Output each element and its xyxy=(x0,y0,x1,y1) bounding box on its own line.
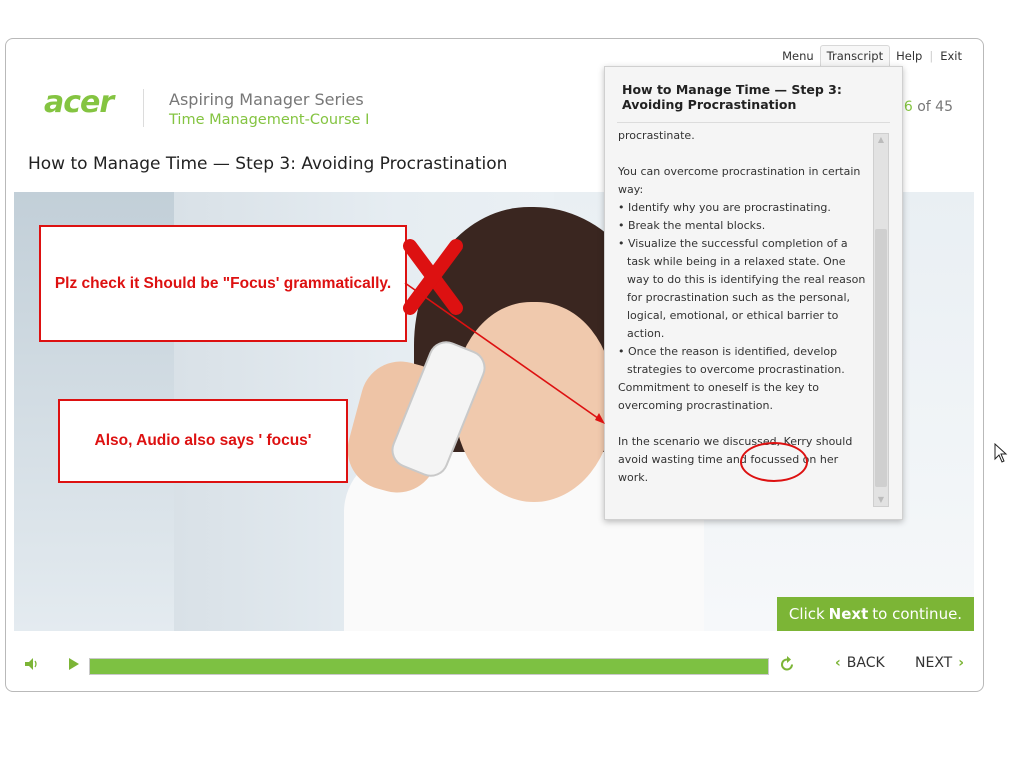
annotation-circle xyxy=(740,442,808,482)
chevron-right-icon: › xyxy=(958,655,964,671)
top-nav: Menu Transcript Help | Exit xyxy=(776,45,968,66)
scroll-down-icon[interactable]: ▼ xyxy=(874,494,888,506)
scroll-up-icon[interactable]: ▲ xyxy=(874,134,888,146)
annotation-note-audio: Also, Audio also says ' focus' xyxy=(58,399,348,483)
mouse-cursor-icon xyxy=(994,443,1008,463)
slide-total: of 45 xyxy=(917,99,953,115)
next-label: NEXT xyxy=(915,655,953,671)
transcript-bullet: • Break the mental blocks. xyxy=(618,219,766,232)
transcript-bullet: • Identify why you are procrastinating. xyxy=(618,201,831,214)
annotation-note-focus: Plz check it Should be "Focus' grammatic… xyxy=(39,225,407,342)
series-title: Aspiring Manager Series xyxy=(169,90,364,109)
click-next-banner: Click Next to continue. xyxy=(777,597,974,631)
annotation-text: Plz check it Should be "Focus' grammatic… xyxy=(54,274,392,292)
transcript-bullet: • Visualize the successful completion of… xyxy=(618,237,866,340)
slide-counter: 6 of 45 xyxy=(904,99,953,115)
transcript-title: How to Manage Time — Step 3: Avoiding Pr… xyxy=(622,82,842,112)
transcript-line: Commitment to oneself is the key to over… xyxy=(618,381,820,412)
annotation-text: Also, Audio also says ' focus' xyxy=(94,432,312,449)
click-next-bold: Next xyxy=(828,605,869,623)
back-button[interactable]: ‹ BACK xyxy=(835,655,885,671)
chevron-left-icon: ‹ xyxy=(835,655,841,671)
woman-face xyxy=(454,302,614,502)
play-icon[interactable] xyxy=(66,657,80,671)
player-controls: ‹ BACK NEXT › xyxy=(6,643,983,683)
transcript-tab[interactable]: Transcript xyxy=(819,45,891,66)
slide-current: 6 xyxy=(903,99,913,115)
help-link[interactable]: Help xyxy=(890,46,928,66)
next-button[interactable]: NEXT › xyxy=(915,655,964,671)
red-x-mark xyxy=(403,239,463,315)
speaker-icon[interactable] xyxy=(23,656,39,672)
replay-icon[interactable] xyxy=(779,656,796,673)
exit-link[interactable]: Exit xyxy=(934,46,968,66)
transcript-divider xyxy=(617,122,890,123)
back-label: BACK xyxy=(846,655,885,671)
progress-fill xyxy=(90,659,768,674)
course-title: Time Management-Course I xyxy=(169,112,370,128)
progress-bar[interactable] xyxy=(89,658,769,675)
slide-title: How to Manage Time — Step 3: Avoiding Pr… xyxy=(28,154,508,174)
menu-link[interactable]: Menu xyxy=(776,46,820,66)
transcript-bullet: • Once the reason is identified, develop… xyxy=(618,345,845,376)
transcript-scrollbar[interactable]: ▲ ▼ xyxy=(873,133,889,507)
click-next-pre: Click xyxy=(788,605,825,623)
click-next-post: to continue. xyxy=(872,605,963,623)
acer-logo: acer xyxy=(44,85,114,120)
header-divider xyxy=(143,89,144,127)
transcript-line: You can overcome procrastination in cert… xyxy=(618,165,861,196)
transcript-line: procrastinate. xyxy=(618,129,695,142)
scrollbar-thumb[interactable] xyxy=(875,229,887,487)
